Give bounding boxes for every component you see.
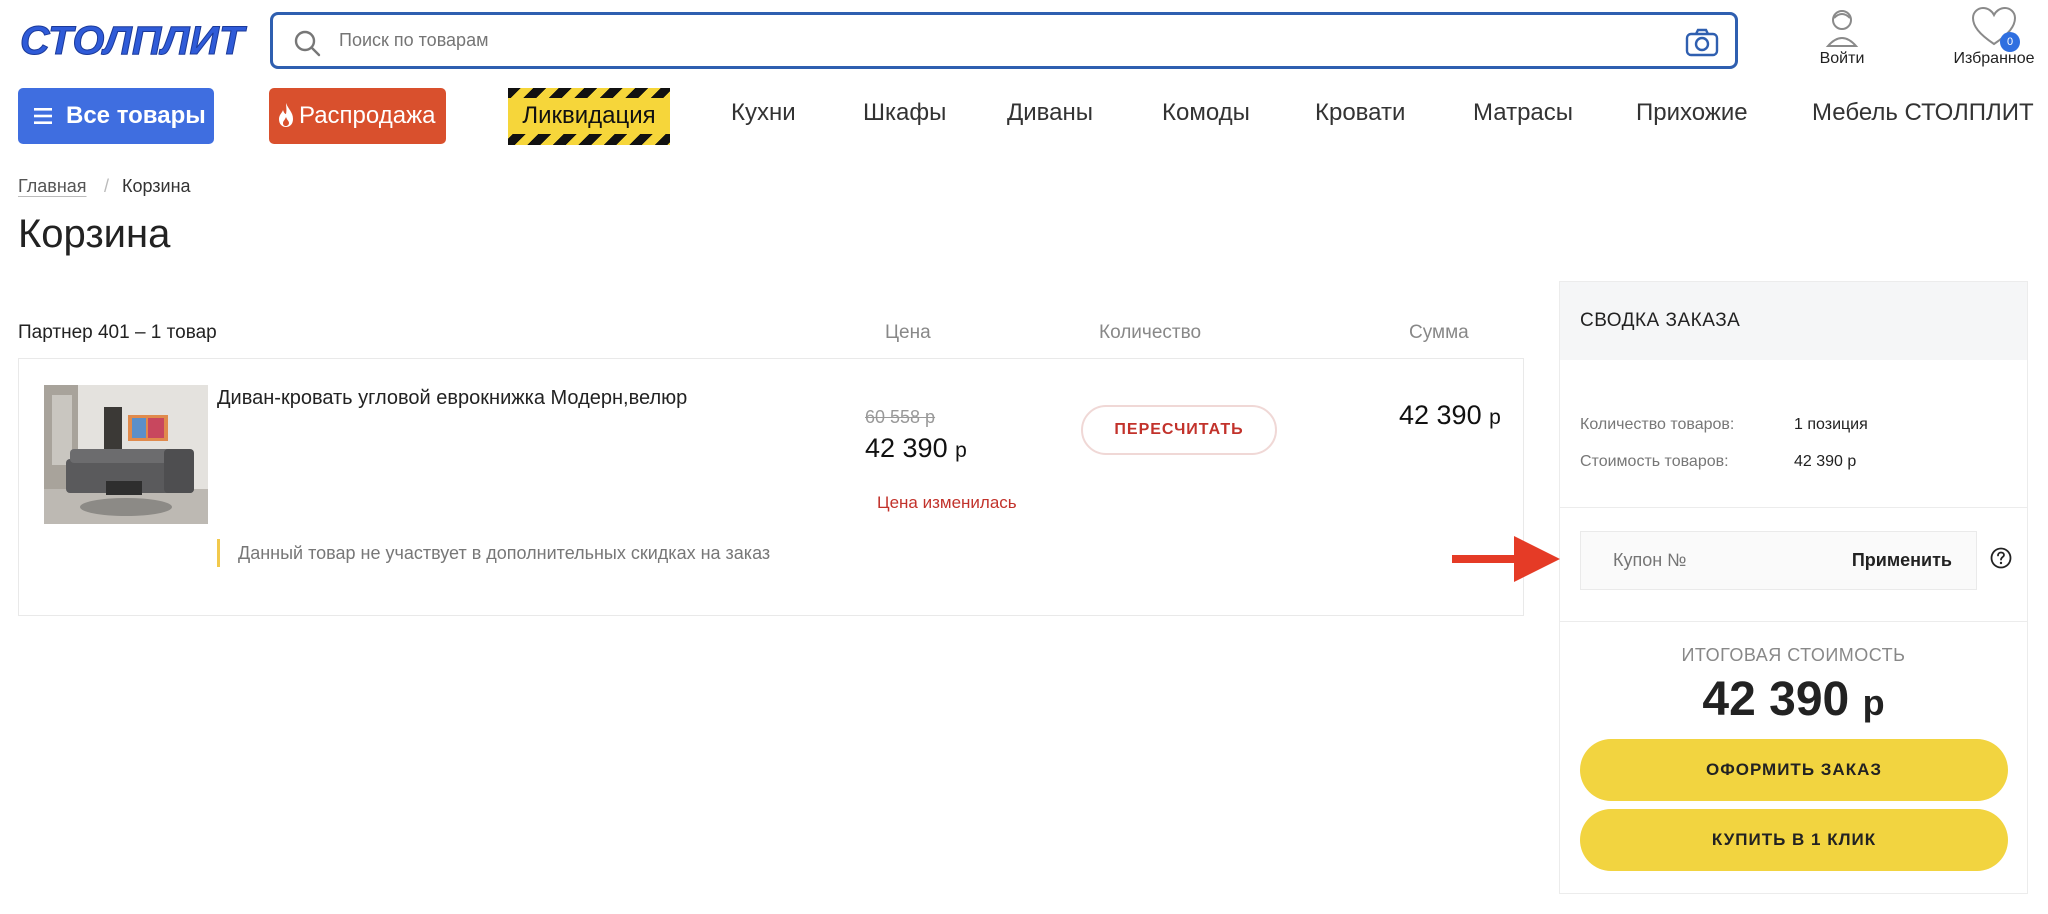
fire-icon	[279, 103, 293, 127]
total-cost-value: 42 390	[1702, 673, 1850, 726]
all-products-button[interactable]: Все товары	[18, 88, 214, 144]
sale-label: Распродажа	[299, 102, 436, 129]
coupon-input[interactable]	[1581, 532, 1831, 589]
liquidation-label: Ликвидация	[508, 98, 670, 134]
recalculate-button[interactable]: ПЕРЕСЧИТАТЬ	[1081, 405, 1277, 455]
nav-link-kitchens[interactable]: Кухни	[731, 99, 796, 127]
menu-icon	[34, 108, 52, 124]
camera-icon[interactable]	[1685, 27, 1719, 57]
current-price: 42 390 р	[865, 433, 967, 464]
search-bar	[270, 12, 1738, 69]
column-header-price: Цена	[885, 322, 931, 343]
discount-note: Данный товар не участвует в дополнительн…	[217, 539, 770, 567]
cart-group-title: Партнер 401 – 1 товар	[18, 322, 217, 343]
nav-link-wardrobes[interactable]: Шкафы	[863, 99, 946, 127]
liquidation-button[interactable]: Ликвидация	[508, 88, 670, 145]
currency-symbol: р	[955, 439, 967, 462]
checkout-button[interactable]: ОФОРМИТЬ ЗАКАЗ	[1580, 739, 2008, 801]
items-cost-label: Стоимость товаров:	[1580, 453, 1729, 470]
divider	[1560, 621, 2027, 622]
breadcrumb-current: Корзина	[122, 176, 191, 196]
nav-link-beds[interactable]: Кровати	[1315, 99, 1405, 127]
coupon-field: Применить	[1580, 531, 1977, 590]
old-price: 60 558 р	[865, 407, 936, 427]
currency-symbol: р	[1489, 406, 1501, 429]
user-icon	[1825, 10, 1859, 47]
search-icon[interactable]	[293, 29, 321, 57]
breadcrumb-separator: /	[104, 176, 110, 196]
divider	[1560, 507, 2027, 508]
items-cost-value: 42 390 р	[1794, 453, 1857, 470]
items-count-value: 1 позиция	[1794, 416, 1868, 433]
sale-button[interactable]: Распродажа	[269, 88, 446, 144]
nav-link-mattresses[interactable]: Матрасы	[1473, 99, 1573, 127]
logo-text: СТОЛПЛИТ	[20, 19, 248, 62]
favorites-count-badge: 0	[2000, 32, 2020, 52]
nav-link-stolplit-furniture[interactable]: Мебель СТОЛПЛИТ	[1812, 99, 2034, 127]
total-cost: 42 390 р	[1560, 672, 2027, 727]
currency-symbol: р	[1862, 682, 1885, 723]
all-products-label: Все товары	[66, 102, 206, 129]
login-button[interactable]: Войти	[1810, 6, 1874, 68]
stolplit-logo[interactable]: СТОЛПЛИТ	[18, 18, 249, 63]
cart-item: Диван-кровать угловой еврокнижка Модерн,…	[18, 358, 1524, 616]
page-title: Корзина	[18, 212, 171, 256]
buy-one-click-button[interactable]: КУПИТЬ В 1 КЛИК	[1580, 809, 2008, 871]
total-cost-label: ИТОГОВАЯ СТОИМОСТЬ	[1681, 645, 1906, 665]
order-summary-panel: СВОДКА ЗАКАЗА Количество товаров: 1 пози…	[1559, 281, 2028, 894]
item-sum: 42 390 р	[1399, 400, 1501, 431]
apply-coupon-button[interactable]: Применить	[1852, 532, 1952, 589]
column-header-quantity: Количество	[1099, 322, 1202, 343]
product-thumbnail[interactable]	[44, 385, 208, 524]
help-icon[interactable]	[1990, 547, 2012, 569]
favorites-label: Избранное	[1953, 50, 2035, 67]
items-count-label: Количество товаров:	[1580, 416, 1735, 433]
search-input[interactable]	[339, 15, 1639, 66]
nav-link-sofas[interactable]: Диваны	[1007, 99, 1093, 127]
nav-link-hallways[interactable]: Прихожие	[1636, 99, 1748, 127]
item-sum-value: 42 390	[1399, 400, 1482, 430]
current-price-value: 42 390	[865, 433, 948, 463]
nav-link-dressers[interactable]: Комоды	[1162, 99, 1250, 127]
order-summary-title: СВОДКА ЗАКАЗА	[1560, 282, 2027, 360]
favorites-button[interactable]: 0 Избранное	[1944, 6, 2044, 68]
column-header-sum: Сумма	[1409, 322, 1469, 343]
price-changed-notice: Цена изменилась	[877, 493, 1017, 512]
product-name-link[interactable]: Диван-кровать угловой еврокнижка Модерн,…	[217, 387, 687, 410]
breadcrumb-home[interactable]: Главная	[18, 176, 87, 197]
login-label: Войти	[1819, 50, 1865, 67]
annotation-arrow-icon	[1452, 536, 1560, 582]
